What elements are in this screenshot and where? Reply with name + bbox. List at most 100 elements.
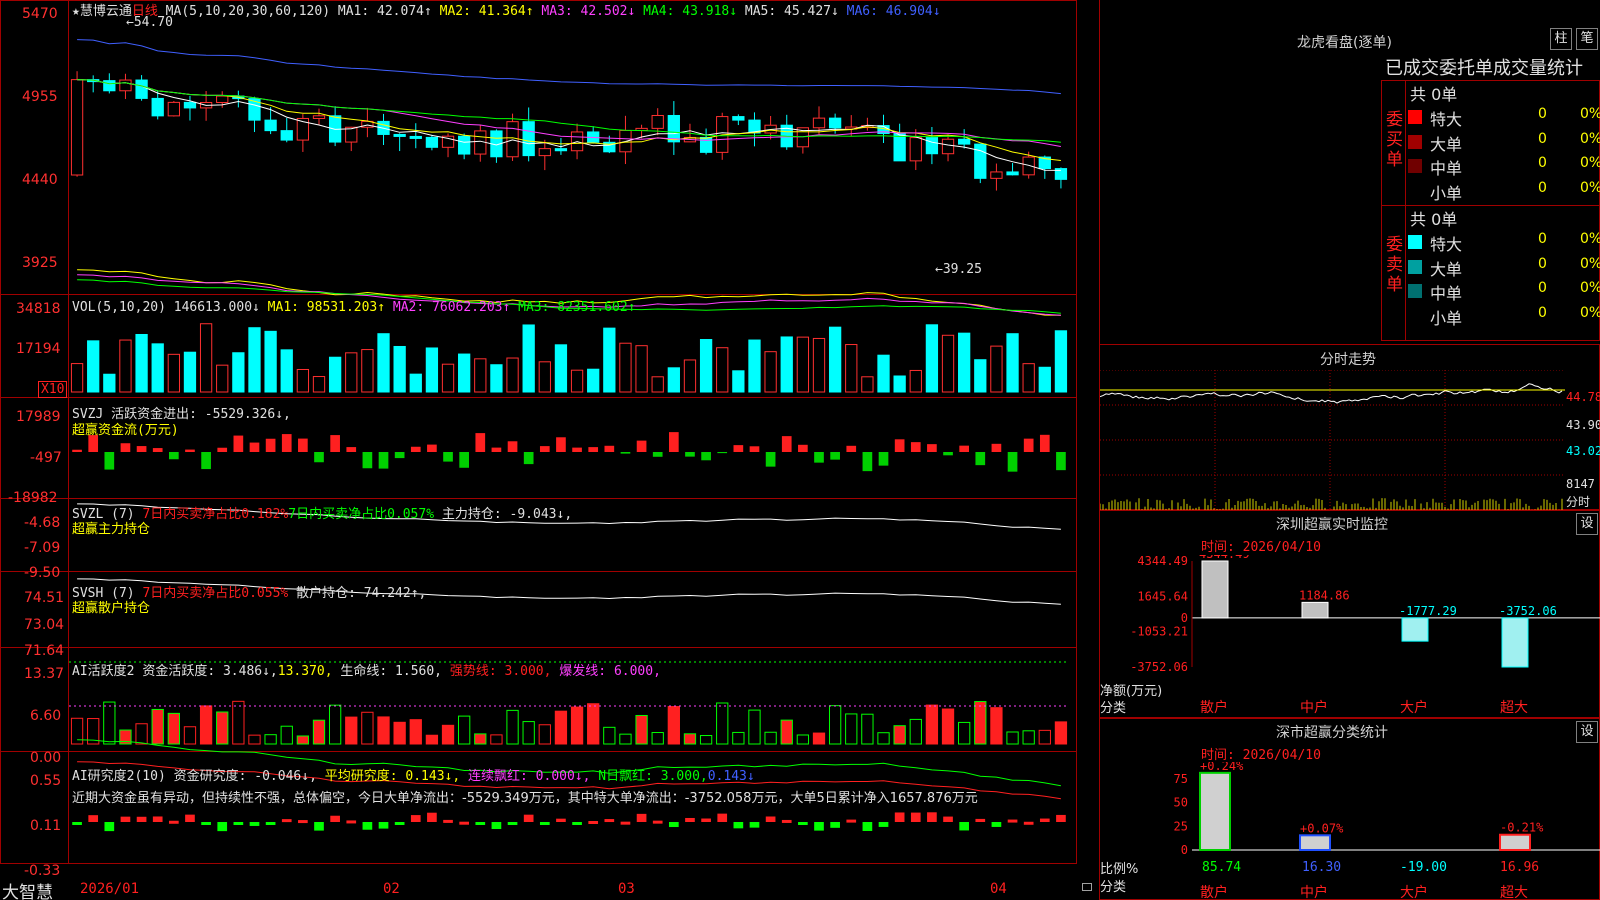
research-bar xyxy=(943,816,953,822)
cls-value-3: -19.00 xyxy=(1400,860,1447,875)
sell-order-count: 0 xyxy=(1538,304,1547,321)
ai1-t1: 资金活跃度: 3.486↓, xyxy=(142,664,278,679)
research-bar xyxy=(136,816,147,822)
research-bar xyxy=(507,822,518,825)
activity-bar xyxy=(764,731,777,745)
fund-flow-bar xyxy=(830,452,840,460)
sz-settings-button[interactable]: 设 xyxy=(1576,513,1598,535)
stock-name[interactable]: ★慧博云通 xyxy=(72,4,132,19)
volume-bar xyxy=(441,363,455,393)
stats-col-divider xyxy=(1405,80,1406,341)
volume-bar xyxy=(990,345,1003,393)
cls-axis-tick: 0 xyxy=(1181,843,1188,857)
svsh-t1: 7日内买卖净占比0.055% xyxy=(142,586,289,601)
research-bar xyxy=(217,822,228,832)
volume-bar xyxy=(828,326,842,393)
volume-bar xyxy=(248,327,261,393)
cls-top-label: +0.07% xyxy=(1300,821,1344,835)
volume-bar xyxy=(1038,366,1051,393)
candle-body xyxy=(506,121,519,158)
research-bar xyxy=(749,822,760,828)
fund-flow-bar xyxy=(620,452,631,454)
fund-flow-bar xyxy=(572,447,582,452)
cls-value-1: 85.74 xyxy=(1202,860,1242,875)
cls-settings-button[interactable]: 设 xyxy=(1576,721,1598,743)
volume-bar xyxy=(683,359,697,393)
research-bar xyxy=(1007,819,1018,823)
volume-bar xyxy=(974,359,987,393)
research-bar xyxy=(894,812,905,822)
cls-top-label: +0.24% xyxy=(1200,762,1244,773)
vol-label: VOL(5,10,20) xyxy=(72,300,166,315)
activity-bar xyxy=(361,711,374,745)
activity-bar xyxy=(651,732,664,745)
activity-bar xyxy=(828,705,842,745)
svsh-axis-1: 74.51 xyxy=(24,590,65,606)
activity-bar xyxy=(619,733,632,745)
lock-icon[interactable] xyxy=(1082,883,1092,891)
fund-flow-bar xyxy=(120,443,131,452)
svzj-axis-3: -18982 xyxy=(8,490,58,506)
price-axis-3: 4440 xyxy=(22,172,58,188)
sz-bar-label: 1184.86 xyxy=(1299,588,1350,602)
fund-flow-bar xyxy=(669,432,679,452)
candle-body xyxy=(280,130,293,141)
bar-view-button[interactable]: 柱 xyxy=(1550,28,1572,50)
fund-flow-bar xyxy=(814,452,824,463)
fund-flow-bar xyxy=(701,452,711,461)
volume-bar xyxy=(393,345,406,393)
activity-bar xyxy=(264,734,277,745)
volume-bar xyxy=(70,363,84,393)
candle-body xyxy=(151,97,164,117)
ma5-value: MA5: 45.427↓ xyxy=(744,4,839,19)
volume-bar xyxy=(893,375,906,393)
volume-bar xyxy=(958,332,971,393)
cls-cat-4: 超大 xyxy=(1500,885,1528,900)
candle-body xyxy=(345,126,358,143)
buy-order-count: 0 xyxy=(1538,130,1547,147)
volume-bar xyxy=(216,364,229,393)
fund-flow-bar xyxy=(1023,438,1034,452)
activity-bar xyxy=(1054,721,1068,745)
buy-order-label: 中单 xyxy=(1430,159,1463,178)
sell-order-row: 小单 0 0% xyxy=(1408,304,1600,328)
vol-ma2: MA2: 76062.203↑ xyxy=(392,300,511,315)
svzl-t3: 主力持仓: -9.043↓, xyxy=(441,507,573,522)
sell-order-count: 0 xyxy=(1538,255,1547,272)
activity-bar xyxy=(183,726,197,745)
sell-order-percent: 0% xyxy=(1580,231,1600,247)
volume-bar xyxy=(667,367,680,393)
activity-bar xyxy=(538,724,551,745)
activity-bar xyxy=(716,702,729,745)
fund-flow-bar xyxy=(894,439,905,452)
fund-flow-bar xyxy=(185,449,195,452)
volume-bar xyxy=(812,337,826,393)
sell-order-row: 大单 0 0% xyxy=(1408,255,1600,279)
buy-order-row: 中单 0 0% xyxy=(1408,154,1600,178)
volume-bar xyxy=(345,352,358,393)
candle-body xyxy=(183,101,197,109)
research-bar xyxy=(1039,818,1050,822)
fund-flow-bar xyxy=(636,440,647,452)
candle-body xyxy=(925,137,939,155)
ma-line xyxy=(77,39,1061,95)
volume-bar xyxy=(909,369,922,393)
trade-view-button[interactable]: 笔 xyxy=(1576,28,1598,50)
volume-bar xyxy=(87,340,100,393)
ai2-t1: 资金研究度: -0.046↓, xyxy=(173,769,317,784)
research-bar xyxy=(910,812,921,822)
ai1-axis-2: 6.60 xyxy=(30,708,62,724)
date-feb: 02 xyxy=(383,881,400,897)
research-bar xyxy=(120,816,131,822)
fund-flow-bar xyxy=(314,452,324,463)
svzl-t2: 7日内买卖净占比0.057% xyxy=(288,507,435,522)
activity-bar xyxy=(135,723,148,745)
fund-flow-bar xyxy=(1007,452,1018,472)
fund-flow-bar xyxy=(652,452,663,457)
ai1-axis-3: 0.00 xyxy=(30,750,62,766)
ma6-value: MA6: 46.904↓ xyxy=(846,4,941,19)
activity-bar xyxy=(587,703,600,745)
ai1-label: AI活跃度2 xyxy=(72,664,135,679)
sell-order-swatch xyxy=(1408,235,1422,249)
activity-bar xyxy=(345,716,358,745)
